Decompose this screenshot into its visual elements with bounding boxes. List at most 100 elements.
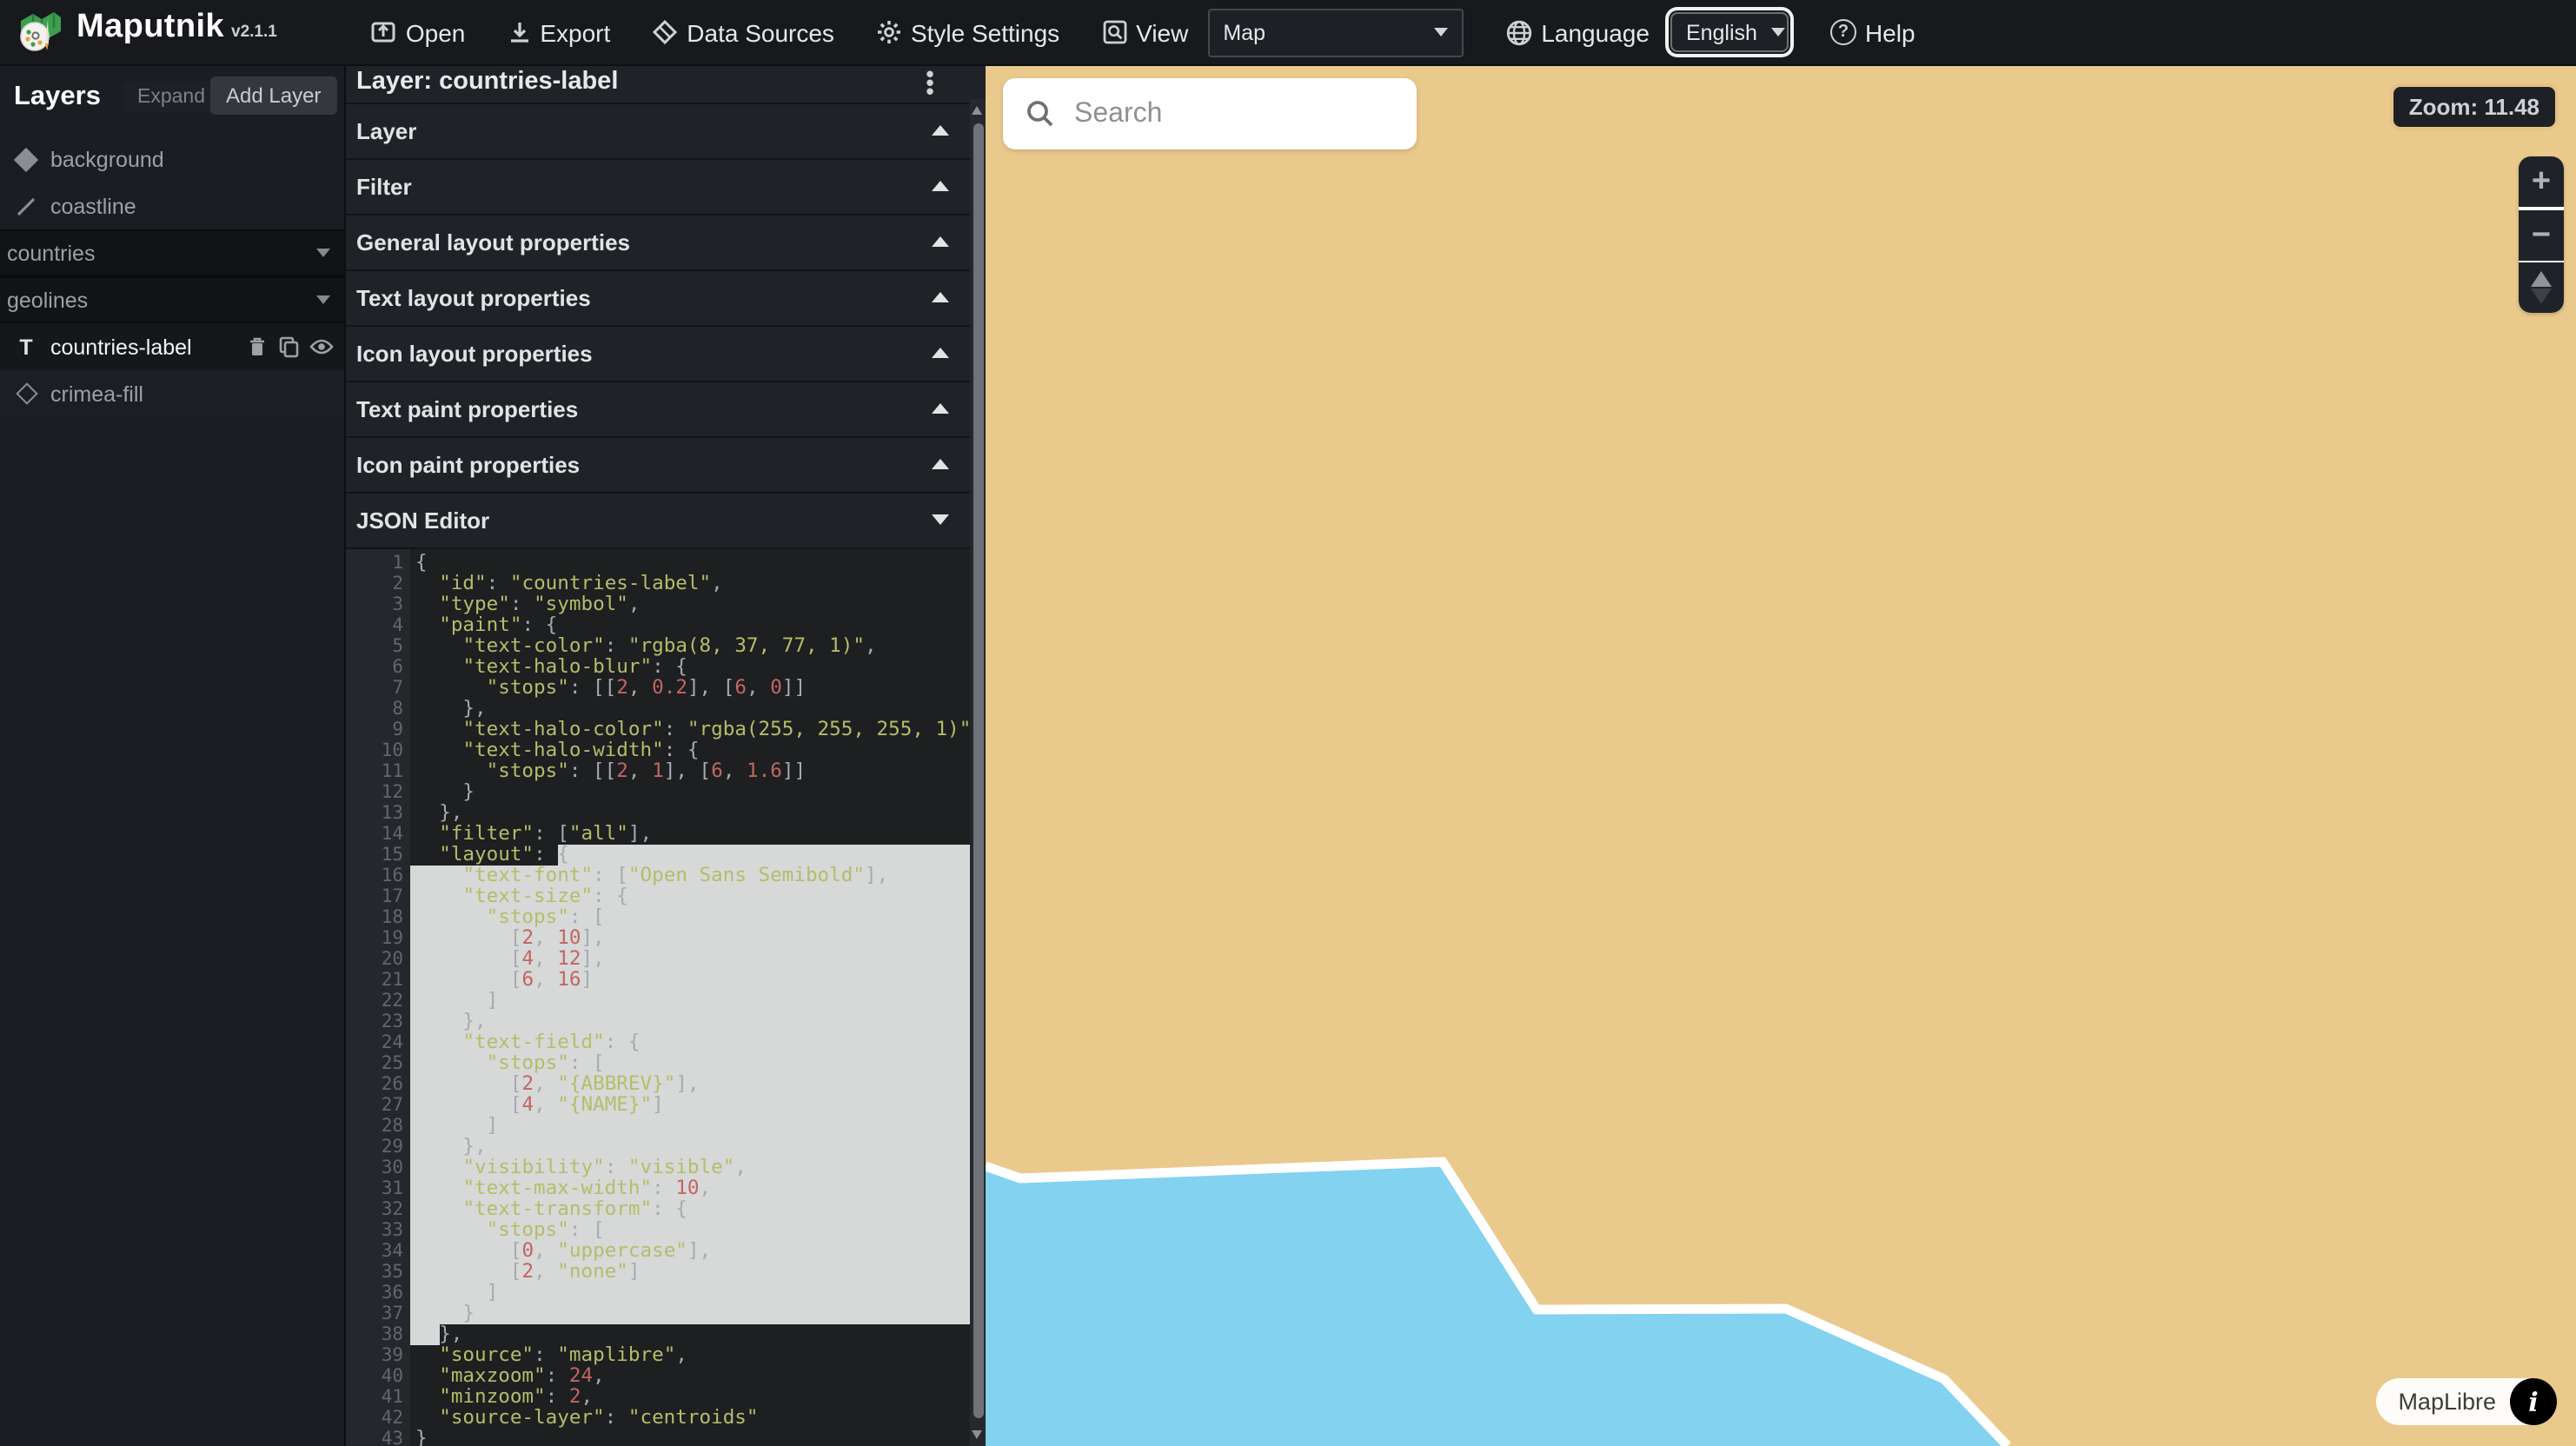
layer-options-kebab-icon[interactable]: ••• [921, 70, 939, 96]
code-line-24[interactable]: "text-field": { [410, 1031, 972, 1052]
code-line-2[interactable]: "id": "countries-label", [410, 573, 972, 594]
code-line-5[interactable]: "text-color": "rgba(8, 37, 77, 1)", [410, 635, 972, 656]
code-line-9[interactable]: "text-halo-color": "rgba(255, 255, 255, … [410, 719, 972, 740]
style-settings-label: Style Settings [911, 18, 1059, 46]
code-line-18[interactable]: "stops": [ [410, 906, 972, 927]
panel-scrollbar[interactable] [970, 99, 986, 1446]
map-canvas[interactable] [986, 66, 2576, 1446]
scrollbar-thumb[interactable] [973, 123, 983, 1418]
layer-row-crimea-fill[interactable]: crimea-fill [0, 370, 344, 417]
code-line-43[interactable]: } [410, 1428, 972, 1446]
compass-button[interactable] [2519, 262, 2564, 313]
attribution-label: MapLibre [2398, 1389, 2496, 1415]
layer-label: countries-label [50, 335, 192, 359]
delete-icon[interactable] [247, 335, 268, 358]
code-line-21[interactable]: [6, 16] [410, 969, 972, 990]
code-line-10[interactable]: "text-halo-width": { [410, 740, 972, 760]
map-view[interactable]: Zoom: 11.48 + − MapLibre i [986, 66, 2576, 1446]
code-line-37[interactable]: } [410, 1303, 972, 1323]
section-filter[interactable]: Filter [346, 157, 986, 213]
json-editor[interactable]: 1234567891011121314151617181920212223242… [346, 547, 972, 1446]
code-line-41[interactable]: "minzoom": 2, [410, 1386, 972, 1407]
code-line-25[interactable]: "stops": [ [410, 1052, 972, 1073]
help-button[interactable]: ? Help [1830, 18, 1915, 46]
section-general-layout-properties[interactable]: General layout properties [346, 213, 986, 269]
view-menu[interactable]: View Map [1101, 8, 1463, 56]
expand-button[interactable]: Expand [123, 82, 219, 113]
code-line-22[interactable]: ] [410, 990, 972, 1011]
zoom-in-button[interactable]: + [2519, 156, 2564, 207]
code-line-19[interactable]: [2, 10], [410, 927, 972, 948]
line-number: 37 [346, 1303, 403, 1323]
layer-row-countries-label[interactable]: Tcountries-label [0, 323, 344, 370]
code-line-6[interactable]: "text-halo-blur": { [410, 656, 972, 677]
open-button[interactable]: Open [371, 18, 466, 46]
code-line-34[interactable]: [0, "uppercase"], [410, 1240, 972, 1261]
code-line-31[interactable]: "text-max-width": 10, [410, 1177, 972, 1198]
code-line-28[interactable]: ] [410, 1115, 972, 1136]
duplicate-icon[interactable] [278, 335, 299, 358]
section-icon-paint-properties[interactable]: Icon paint properties [346, 435, 986, 491]
layer-row-coastline[interactable]: coastline [0, 182, 344, 229]
scroll-down-icon[interactable] [972, 1430, 982, 1439]
export-button[interactable]: Export [507, 18, 610, 46]
zoom-out-button[interactable]: − [2519, 209, 2564, 260]
code-line-14[interactable]: "filter": ["all"], [410, 823, 972, 844]
code-line-27[interactable]: [4, "{NAME}"] [410, 1094, 972, 1115]
code-line-20[interactable]: [4, 12], [410, 948, 972, 969]
code-line-35[interactable]: [2, "none"] [410, 1261, 972, 1282]
section-layer[interactable]: Layer [346, 102, 986, 157]
section-text-paint-properties[interactable]: Text paint properties [346, 380, 986, 435]
code-line-38[interactable]: }, [410, 1323, 972, 1344]
layer-row-countries[interactable]: countries [0, 229, 344, 276]
search-input[interactable] [1071, 96, 1437, 131]
section-text-layout-properties[interactable]: Text layout properties [346, 269, 986, 324]
code-line-16[interactable]: "text-font": ["Open Sans Semibold"], [410, 865, 972, 886]
visibility-icon[interactable] [309, 337, 334, 356]
layer-row-geolines[interactable]: geolines [0, 276, 344, 323]
view-select[interactable]: Map [1207, 8, 1463, 56]
section-json-editor[interactable]: JSON Editor [346, 491, 986, 547]
code-line-36[interactable]: ] [410, 1282, 972, 1303]
code-line-7[interactable]: "stops": [[2, 0.2], [6, 0]] [410, 677, 972, 698]
code-line-29[interactable]: }, [410, 1136, 972, 1157]
line-number: 24 [346, 1031, 403, 1052]
code-line-30[interactable]: "visibility": "visible", [410, 1157, 972, 1177]
layer-label: background [50, 147, 164, 171]
compass-icon [2531, 271, 2552, 305]
chevron-down-icon[interactable] [316, 249, 330, 257]
map-attribution[interactable]: MapLibre i [2375, 1378, 2557, 1425]
code-line-13[interactable]: }, [410, 802, 972, 823]
layer-inspector-panel: Layer: countries-label ••• LayerFilterGe… [346, 66, 986, 1446]
data-sources-button[interactable]: Data Sources [652, 18, 834, 46]
code-line-3[interactable]: "type": "symbol", [410, 594, 972, 614]
editor-code[interactable]: { "id": "countries-label", "type": "symb… [410, 548, 972, 1446]
style-settings-button[interactable]: Style Settings [876, 18, 1059, 46]
code-line-15[interactable]: "layout": { [410, 844, 972, 865]
add-layer-button[interactable]: Add Layer [210, 76, 336, 115]
code-line-4[interactable]: "paint": { [410, 614, 972, 635]
language-select[interactable]: English [1670, 12, 1789, 52]
code-line-39[interactable]: "source": "maplibre", [410, 1344, 972, 1365]
code-line-17[interactable]: "text-size": { [410, 886, 972, 906]
code-line-12[interactable]: } [410, 781, 972, 802]
code-line-26[interactable]: [2, "{ABBREV}"], [410, 1073, 972, 1094]
line-number: 36 [346, 1282, 403, 1303]
code-line-11[interactable]: "stops": [[2, 1], [6, 1.6]] [410, 760, 972, 781]
map-search-box[interactable] [1003, 78, 1417, 149]
collapse-section-icon [932, 514, 949, 525]
layer-row-background[interactable]: background [0, 136, 344, 182]
code-line-8[interactable]: }, [410, 698, 972, 719]
code-line-40[interactable]: "maxzoom": 24, [410, 1365, 972, 1386]
chevron-down-icon[interactable] [316, 295, 330, 304]
scroll-up-icon[interactable] [972, 106, 982, 115]
code-line-32[interactable]: "text-transform": { [410, 1198, 972, 1219]
code-line-42[interactable]: "source-layer": "centroids" [410, 1407, 972, 1428]
language-menu[interactable]: Language English [1504, 12, 1789, 52]
section-label: JSON Editor [356, 507, 489, 533]
code-line-23[interactable]: }, [410, 1011, 972, 1031]
code-line-33[interactable]: "stops": [ [410, 1219, 972, 1240]
code-line-1[interactable]: { [410, 552, 972, 573]
info-icon[interactable]: i [2510, 1378, 2557, 1425]
section-icon-layout-properties[interactable]: Icon layout properties [346, 324, 986, 380]
